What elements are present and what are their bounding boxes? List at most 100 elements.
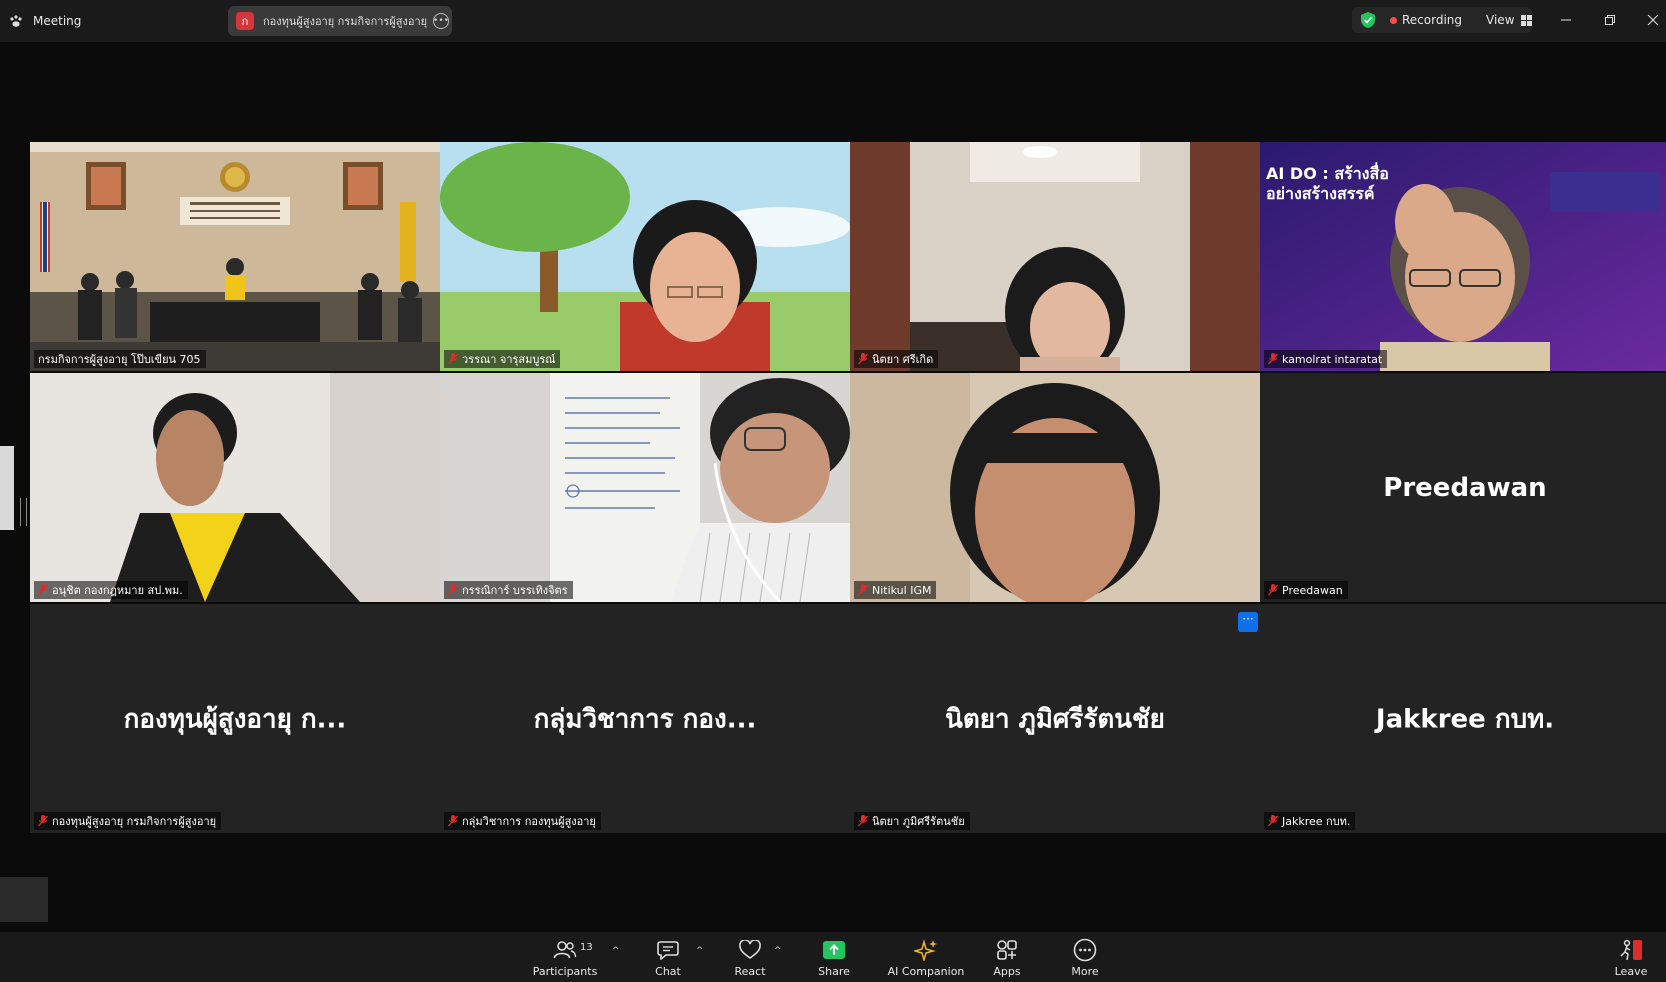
more-label: More (1071, 965, 1099, 978)
mic-off-icon (1268, 584, 1278, 596)
mic-off-icon (858, 584, 868, 596)
mic-off-icon (38, 815, 48, 827)
participant-name-tag: กรรณิการ์ บรรเทิงจิตร (444, 581, 573, 599)
mic-off-icon (858, 353, 868, 365)
mic-off-icon (448, 353, 458, 365)
video-feed (30, 373, 440, 602)
leave-label: Leave (1614, 965, 1648, 978)
participant-name: kamolrat intaratat (1282, 352, 1383, 366)
participant-display-name: Preedawan (1383, 472, 1547, 503)
title-bar: Meeting ก กองทุนผู้สูงอายุ กรมกิจการผู้ส… (0, 0, 1666, 42)
chevron-up-icon[interactable]: ^ (696, 946, 704, 956)
meeting-toolbar: Participants 13 ^ Chat ^ React ^ Share A… (0, 932, 1666, 982)
screen-share-indicator[interactable]: ก กองทุนผู้สูงอายุ กรมกิจการผู้สูงอายุ's… (228, 6, 452, 36)
video-tile[interactable]: ··· นิตยา ภูมิศรีรัตนชัย นิตยา ภูมิศรีรั… (850, 604, 1260, 833)
chat-icon (655, 938, 681, 962)
mic-off-icon (1268, 353, 1278, 365)
participant-name: อนุชิต กองกฎหมาย สป.พม. (52, 584, 183, 597)
app-title: Meeting (33, 14, 82, 28)
participant-name: นิตยา ภูมิศรีรัตนชัย (872, 815, 965, 828)
shield-icon (1361, 12, 1375, 28)
participant-name-tag: Nitikul IGM (854, 581, 937, 599)
side-thumbnail (0, 446, 14, 530)
participant-name-tag: กรมกิจการผู้สูงอายุ โป๊บเขียน 705 (34, 350, 206, 368)
paw-icon (8, 13, 24, 29)
participant-name-tag: Preedawan (1264, 581, 1348, 599)
close-icon[interactable] (1643, 10, 1663, 30)
leave-button[interactable]: Leave (1614, 938, 1648, 982)
video-feed (850, 142, 1260, 371)
chat-button[interactable]: Chat (650, 938, 686, 982)
self-view-minimized[interactable] (0, 877, 48, 922)
mic-off-icon (858, 815, 868, 827)
participant-name-tag: นิตยา ศรีเกิด (854, 350, 939, 368)
participants-label: Participants (532, 965, 598, 978)
ai-companion-label: AI Companion (887, 965, 965, 978)
tile-options-button[interactable]: ··· (1238, 612, 1258, 632)
share-avatar: ก (236, 12, 254, 30)
video-feed (440, 373, 850, 602)
share-screen-icon (821, 938, 847, 962)
apps-button[interactable]: Apps (992, 938, 1022, 982)
leave-icon (1618, 938, 1644, 962)
participants-icon (552, 938, 578, 962)
video-tile[interactable]: AI DO : สร้างสื่อ อย่างสร้างสรรค์ kamolr… (1260, 142, 1666, 371)
video-tile[interactable]: กรมกิจการผู้สูงอายุ โป๊บเขียน 705 (30, 142, 440, 371)
grid-view-icon[interactable] (1520, 14, 1532, 26)
video-tile[interactable]: อนุชิต กองกฎหมาย สป.พม. (30, 373, 440, 602)
share-button[interactable]: Share (816, 938, 852, 982)
view-button[interactable]: View (1486, 13, 1514, 27)
video-tile[interactable]: กองทุนผู้สูงอายุ ก... กองทุนผู้สูงอายุ ก… (30, 604, 440, 833)
participant-name: Nitikul IGM (872, 583, 932, 597)
participants-count: 13 (580, 942, 593, 953)
video-tile[interactable]: Preedawan Preedawan (1260, 373, 1666, 602)
participant-name-tag: กองทุนผู้สูงอายุ กรมกิจการผู้สูงอายุ (34, 812, 222, 830)
chevron-up-icon[interactable]: ^ (774, 946, 782, 956)
ai-companion-button[interactable]: AI Companion (886, 938, 966, 982)
panel-resize-handle[interactable] (20, 498, 27, 526)
restore-icon[interactable] (1600, 10, 1620, 30)
participant-name-tag: วรรณา จารุสมบูรณ์ (444, 350, 561, 368)
apps-label: Apps (993, 965, 1021, 978)
banner-text: AI DO : สร้างสื่อ อย่างสร้างสรรค์ (1266, 164, 1389, 203)
more-button[interactable]: More (1070, 938, 1100, 982)
video-feed (440, 142, 850, 371)
chevron-up-icon[interactable]: ^ (612, 946, 620, 956)
participant-name-tag: กลุ่มวิชาการ กองทุนผู้สูงอายุ (444, 812, 601, 830)
share-label: Share (818, 965, 850, 978)
participant-display-name: กองทุนผู้สูงอายุ ก... (123, 704, 347, 734)
status-pill: Recording View (1352, 7, 1532, 33)
minimize-icon[interactable] (1556, 10, 1576, 30)
video-tile[interactable]: Jakkree กบท. Jakkree กบท. (1260, 604, 1666, 833)
video-tile[interactable]: กรรณิการ์ บรรเทิงจิตร (440, 373, 850, 602)
react-button[interactable]: React (730, 938, 770, 982)
video-tile[interactable]: Nitikul IGM (850, 373, 1260, 602)
sparkle-icon (913, 938, 939, 962)
more-icon[interactable]: ••• (433, 13, 449, 29)
participant-name-tag: Jakkree กบท. (1264, 812, 1356, 830)
participant-name: นิตยา ศรีเกิด (872, 353, 934, 366)
participant-name: กองทุนผู้สูงอายุ กรมกิจการผู้สูงอายุ (52, 815, 217, 828)
video-tile[interactable]: กลุ่มวิชาการ กอง... กลุ่มวิชาการ กองทุนผ… (440, 604, 850, 833)
mic-off-icon (38, 584, 48, 596)
participant-name: Preedawan (1282, 583, 1343, 597)
participant-name-tag: อนุชิต กองกฎหมาย สป.พม. (34, 581, 188, 599)
participant-name-tag: kamolrat intaratat (1264, 350, 1388, 368)
video-tile[interactable]: นิตยา ศรีเกิด (850, 142, 1260, 371)
participant-name: กรมกิจการผู้สูงอายุ โป๊บเขียน 705 (38, 353, 201, 366)
recording-label: Recording (1402, 13, 1463, 27)
participant-display-name: นิตยา ภูมิศรีรัตนชัย (945, 704, 1165, 734)
participant-name: Jakkree กบท. (1282, 815, 1351, 828)
more-icon (1072, 938, 1098, 962)
react-label: React (734, 965, 766, 978)
participant-name-tag: นิตยา ภูมิศรีรัตนชัย (854, 812, 970, 830)
recording-dot-icon (1390, 16, 1397, 24)
participant-name: วรรณา จารุสมบูรณ์ (462, 353, 556, 366)
share-pill-text: กองทุนผู้สูงอายุ กรมกิจการผู้สูงอายุ's s… (263, 15, 427, 28)
heart-icon (737, 938, 763, 962)
video-grid: กรมกิจการผู้สูงอายุ โป๊บเขียน 705 วรรณา … (30, 142, 1666, 834)
video-feed (850, 373, 1260, 602)
video-tile[interactable]: วรรณา จารุสมบูรณ์ (440, 142, 850, 371)
mic-off-icon (1268, 815, 1278, 827)
video-feed (30, 142, 440, 371)
